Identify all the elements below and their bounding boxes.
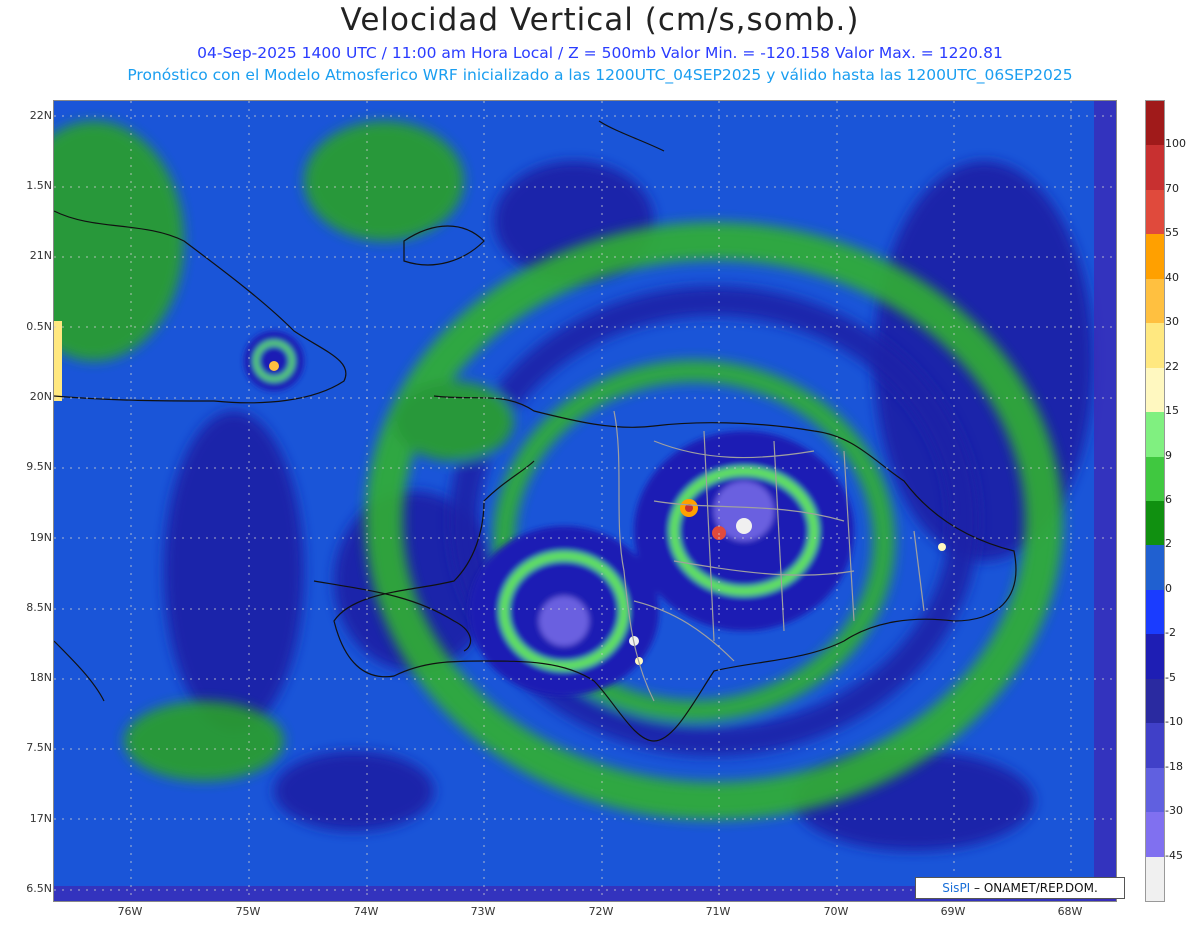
- colorbar-segment: [1146, 234, 1164, 280]
- colorbar-label: 40: [1165, 270, 1179, 284]
- lon-label: 74W: [353, 905, 379, 918]
- colorbar-label: 70: [1165, 181, 1179, 195]
- credit-brand: SisPI: [942, 881, 971, 895]
- colorbar-segment: [1146, 678, 1164, 724]
- lon-label: 73W: [470, 905, 496, 918]
- lon-label: 68W: [1057, 905, 1083, 918]
- lon-label: 70W: [823, 905, 849, 918]
- lon-label: 76W: [117, 905, 143, 918]
- colorbar-label: 22: [1165, 359, 1179, 373]
- colorbar-segment: [1146, 278, 1164, 324]
- colorbar-segment: [1146, 589, 1164, 635]
- vertical-velocity-field: [54, 101, 1116, 901]
- colorbar-label: -30: [1165, 804, 1183, 818]
- credit-text: – ONAMET/REP.DOM.: [974, 881, 1098, 895]
- colorbar-label: -18: [1165, 759, 1183, 773]
- colorbar-segment: [1146, 101, 1164, 146]
- lon-label: 75W: [235, 905, 261, 918]
- colorbar-segment: [1146, 145, 1164, 191]
- colorbar-segment: [1146, 812, 1164, 858]
- colorbar-segment: [1146, 723, 1164, 769]
- lat-label: 8.5N: [26, 601, 52, 614]
- lat-label: 22N: [29, 109, 52, 122]
- colorbar-label: 9: [1165, 448, 1172, 462]
- lat-label: 18N: [29, 671, 52, 684]
- colorbar-segment: [1146, 856, 1164, 902]
- colorbar-segment: [1146, 456, 1164, 502]
- lat-label: 7.5N: [26, 741, 52, 754]
- colorbar-segment: [1146, 767, 1164, 813]
- lon-label: 69W: [940, 905, 966, 918]
- colorbar-label: 0: [1165, 581, 1172, 595]
- colorbar-label: 15: [1165, 404, 1179, 418]
- colorbar-label: 6: [1165, 493, 1172, 506]
- lat-label: 21N: [29, 249, 52, 262]
- lat-label: 6.5N: [26, 882, 52, 895]
- colorbar-segment: [1146, 501, 1164, 546]
- credit-box: SisPI – ONAMET/REP.DOM.: [915, 877, 1125, 899]
- colorbar-segment: [1146, 323, 1164, 369]
- lat-label: 1.5N: [26, 179, 52, 192]
- lon-label: 71W: [705, 905, 731, 918]
- map-title: Velocidad Vertical (cm/s,somb.): [340, 2, 860, 38]
- map-panel: [53, 100, 1117, 902]
- lat-label: 20N: [29, 390, 52, 403]
- colorbar-segment: [1146, 189, 1164, 235]
- map-subtitle-valid-time: 04-Sep-2025 1400 UTC / 11:00 am Hora Loc…: [197, 44, 1003, 62]
- colorbar-label: 55: [1165, 226, 1179, 240]
- colorbar-label: -5: [1165, 670, 1176, 684]
- colorbar-label: -45: [1165, 848, 1183, 862]
- colorbar-segment: [1146, 634, 1164, 680]
- colorbar-label: 30: [1165, 315, 1179, 329]
- colorbar-label: -10: [1165, 715, 1183, 729]
- map-subtitle-model-info: Pronóstico con el Modelo Atmosferico WRF…: [127, 66, 1073, 84]
- colorbar-segment: [1146, 412, 1164, 458]
- colorbar-segment: [1146, 367, 1164, 413]
- colorbar: [1145, 100, 1165, 902]
- lat-label: 17N: [29, 812, 52, 825]
- colorbar-label: 2: [1165, 537, 1172, 551]
- colorbar-label: 100: [1165, 137, 1186, 151]
- lat-label: 19N: [29, 531, 52, 544]
- lat-label: 9.5N: [26, 460, 52, 473]
- lon-label: 72W: [588, 905, 614, 918]
- colorbar-label: -2: [1165, 626, 1176, 640]
- lat-label: 0.5N: [26, 320, 52, 333]
- colorbar-segment: [1146, 545, 1164, 591]
